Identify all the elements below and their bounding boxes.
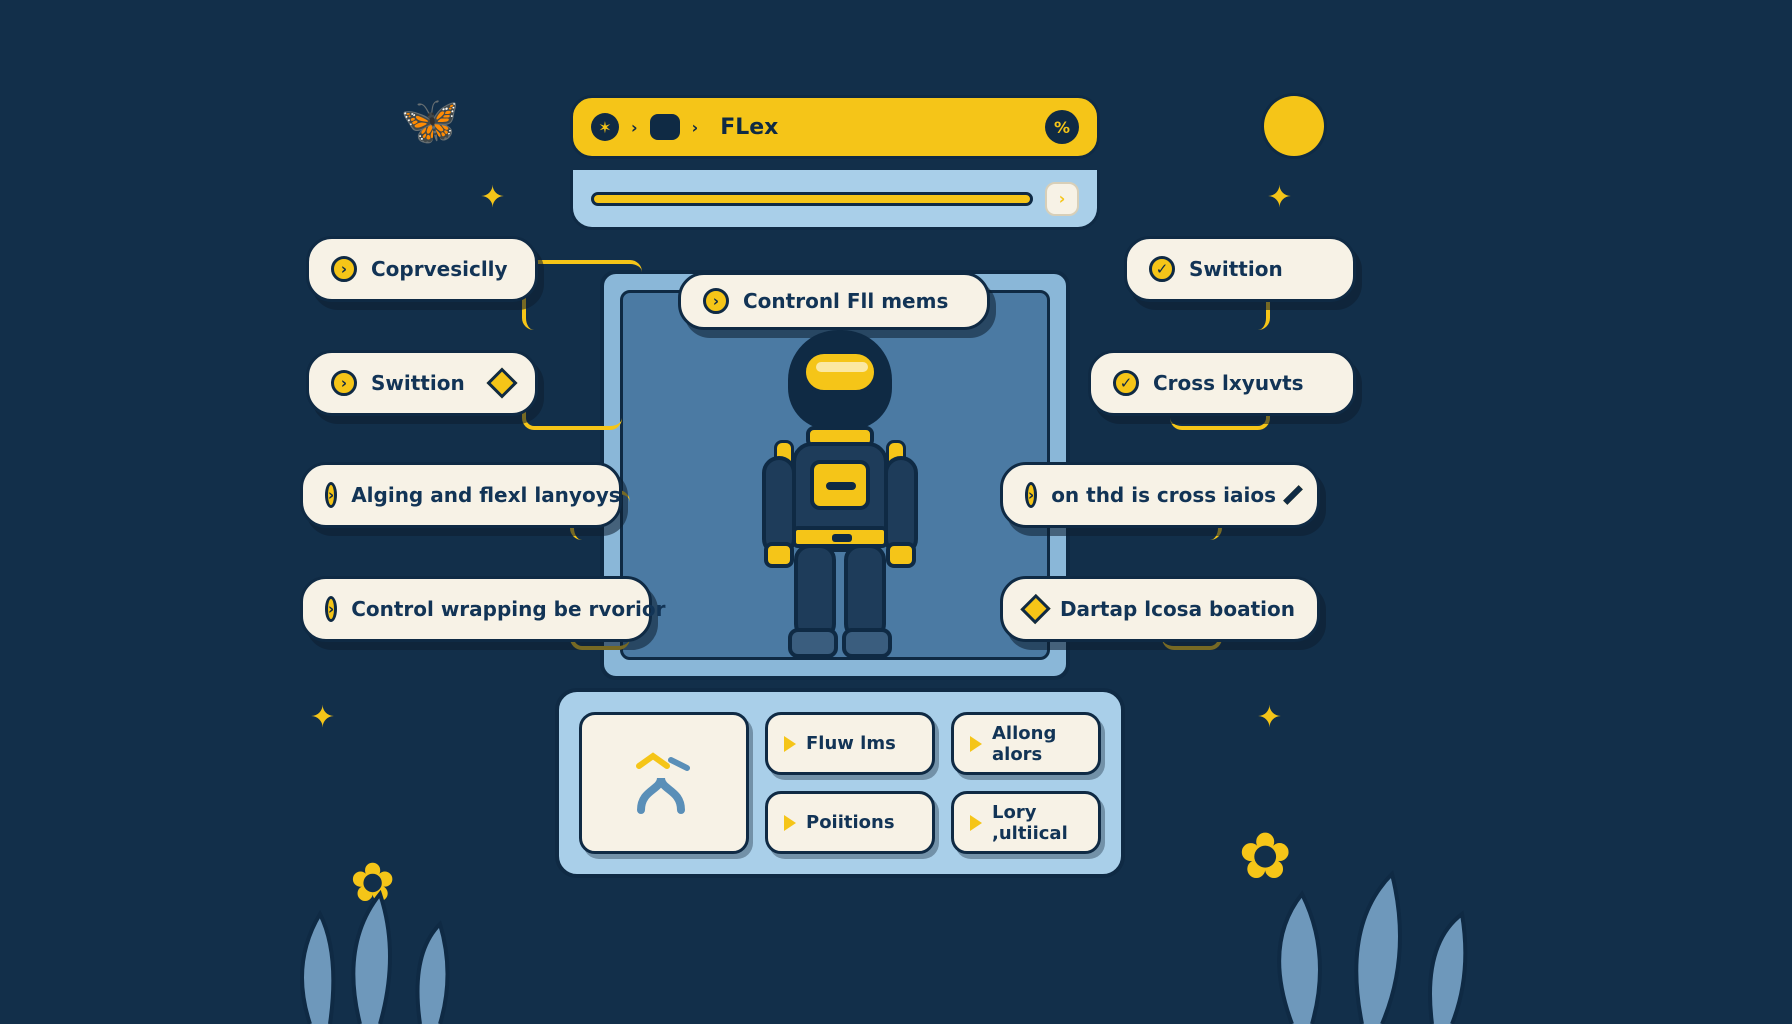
dock-button-label: Poiitions (806, 812, 895, 833)
bullet-icon: › (703, 288, 729, 314)
progress-bar-area: › (570, 170, 1100, 230)
feature-pill[interactable]: › Coprvesiclly (306, 236, 538, 302)
chevron-right-icon: › (631, 118, 638, 137)
pill-label: Contronl Fll mems (743, 289, 948, 313)
sparkle-icon: ✦ (310, 700, 335, 735)
logo-icon (629, 748, 699, 818)
pill-label: Swittion (371, 371, 465, 395)
nav-stop-button[interactable] (650, 114, 680, 140)
dock-button[interactable]: Poiitions (765, 791, 935, 854)
feature-pill[interactable]: ✓ Cross lxyuvts (1088, 350, 1356, 416)
window-titlebar: ✶ › › FLex % (570, 95, 1100, 159)
nav-button[interactable]: ✶ (591, 113, 619, 141)
pill-label: Alging and flexl lanyoys (351, 483, 620, 507)
feature-pill[interactable]: › Control wrapping be rvorior (300, 576, 652, 642)
sparkle-icon: ✦ (480, 180, 505, 215)
diamond-icon (1283, 485, 1303, 505)
pill-label: on thd is cross iaios (1051, 483, 1276, 507)
feature-pill[interactable]: › on thd is cross iaios (1000, 462, 1320, 528)
feature-pill-center[interactable]: › Contronl Fll mems (678, 272, 990, 330)
bullet-icon: › (1025, 482, 1037, 508)
bullet-icon: › (331, 256, 357, 282)
check-icon: ✓ (1113, 370, 1139, 396)
pill-label: Dartap lcosa boation (1060, 597, 1295, 621)
pill-label: Coprvesiclly (371, 257, 508, 281)
dock-button-label: Lory ,ultiical (992, 802, 1082, 844)
sparkle-icon: ✦ (1267, 180, 1292, 215)
play-icon (970, 736, 982, 752)
play-icon (784, 815, 796, 831)
pill-label: Control wrapping be rvorior (351, 597, 665, 621)
feature-pill[interactable]: › Swittion (306, 350, 538, 416)
bullet-icon: › (325, 596, 337, 622)
butterfly-icon: 🦋 (400, 92, 460, 149)
chevron-right-icon: › (692, 118, 699, 137)
plant-icon (1252, 834, 1492, 1024)
astronaut-illustration (760, 330, 920, 660)
plant-icon (270, 844, 490, 1024)
connector-line (522, 260, 642, 330)
window-title: FLex (720, 115, 1033, 140)
play-icon (970, 815, 982, 831)
feature-pill[interactable]: Dartap lcosa boation (1000, 576, 1320, 642)
sun-icon (1264, 96, 1324, 156)
progress-bar[interactable] (591, 192, 1033, 206)
dock-button-label: Fluw lms (806, 733, 896, 754)
dock-button[interactable]: Lory ,ultiical (951, 791, 1101, 854)
dock-button-label: Allong alors (992, 723, 1082, 765)
dock-button[interactable]: Allong alors (951, 712, 1101, 775)
bullet-icon: › (325, 482, 337, 508)
bottom-dock: Fluw lms Allong alors Poiitions Lory ,ul… (555, 688, 1125, 878)
sparkle-icon: ✦ (1257, 700, 1282, 735)
pill-label: Swittion (1189, 257, 1283, 281)
next-button[interactable]: › (1045, 182, 1079, 216)
feature-pill[interactable]: ✓ Swittion (1124, 236, 1356, 302)
toolbar-action-button[interactable]: % (1045, 110, 1079, 144)
feature-pill[interactable]: › Alging and flexl lanyoys (300, 462, 622, 528)
dock-button[interactable]: Fluw lms (765, 712, 935, 775)
bullet-icon: › (331, 370, 357, 396)
diamond-icon (486, 367, 517, 398)
pill-label: Cross lxyuvts (1153, 371, 1304, 395)
logo-card[interactable] (579, 712, 749, 854)
play-icon (784, 736, 796, 752)
diamond-icon (1020, 594, 1050, 624)
check-icon: ✓ (1149, 256, 1175, 282)
